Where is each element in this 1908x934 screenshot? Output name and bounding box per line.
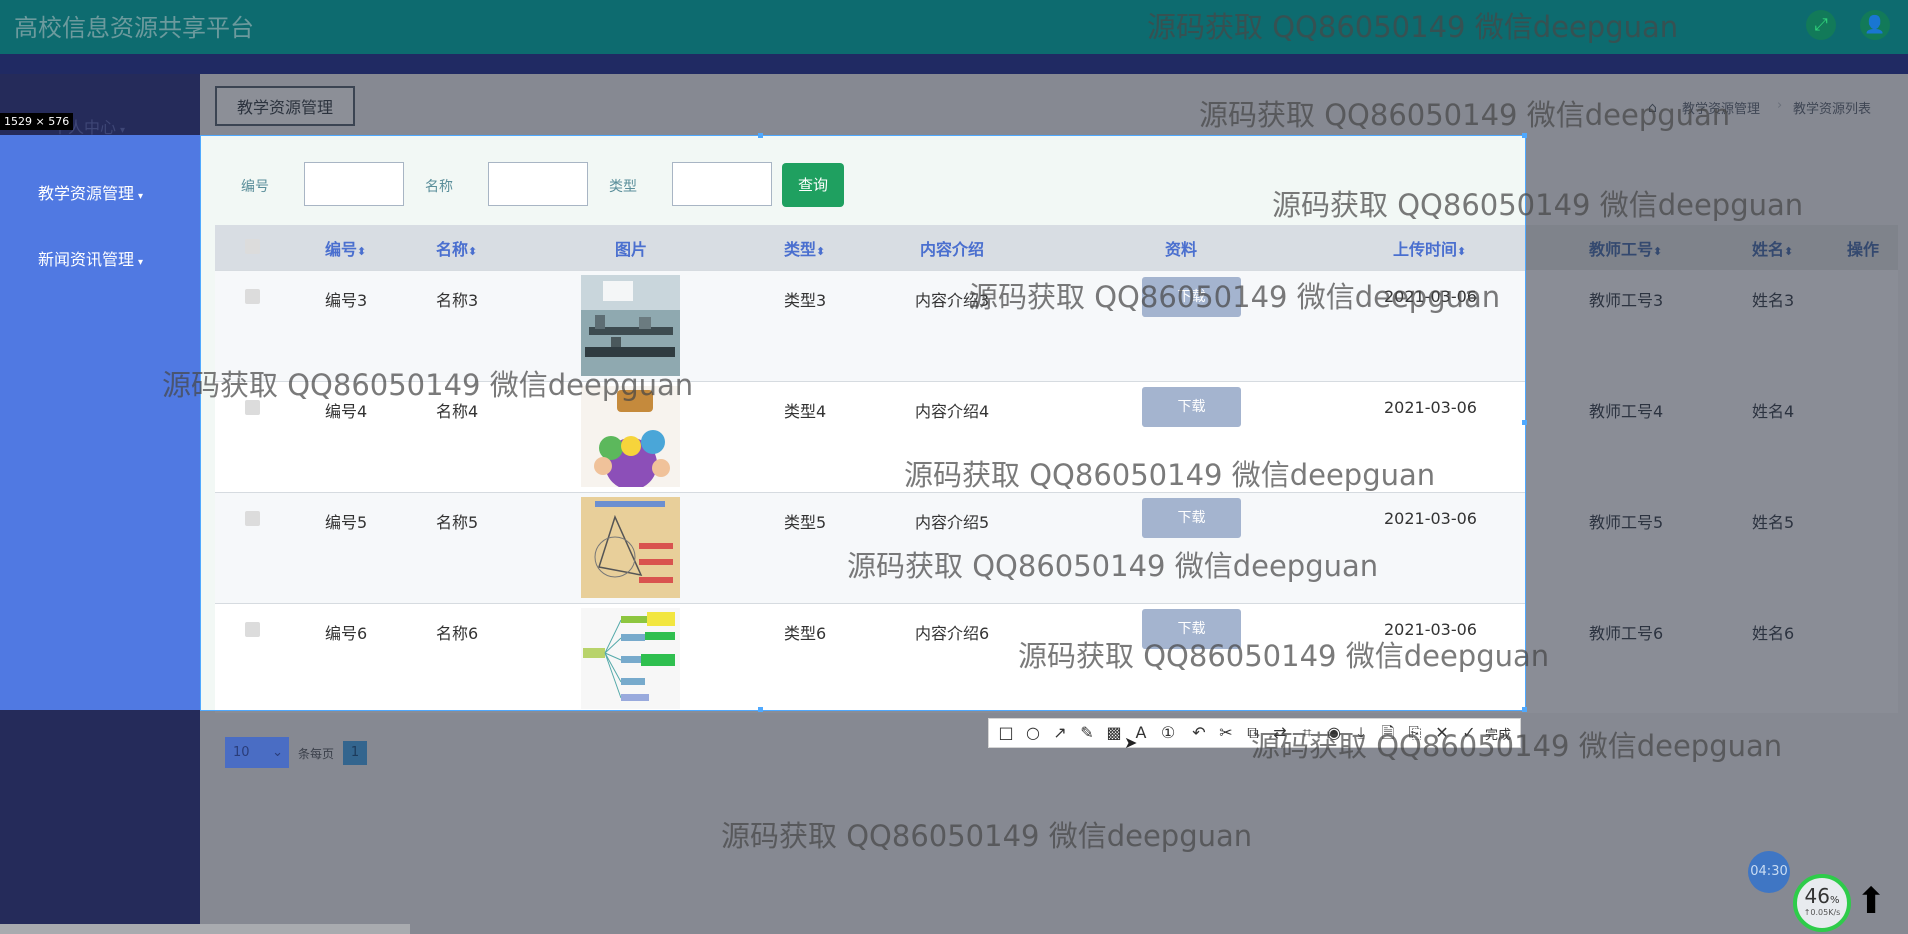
- breadcrumb-item: 教学资源列表: [1793, 102, 1872, 117]
- column-header-teacher-no[interactable]: 教师工号⬍: [1589, 236, 1662, 260]
- caret-down-icon: ▾: [138, 257, 144, 268]
- app-title: 高校信息资源共享平台: [14, 14, 254, 42]
- sort-icon[interactable]: ⬍: [1784, 245, 1793, 258]
- page-number-button[interactable]: 1: [343, 741, 367, 765]
- watermark: 源码获取 QQ86050149 微信deepguan: [1147, 10, 1679, 44]
- watermark: 源码获取 QQ86050149 微信deepguan: [162, 368, 694, 402]
- watermark: 源码获取 QQ86050149 微信deepguan: [847, 549, 1379, 583]
- watermark: 源码获取 QQ86050149 微信deepguan: [1251, 729, 1783, 763]
- sidebar-item-resource-mgmt[interactable]: 教学资源管理 ▾: [38, 180, 143, 204]
- pencil-icon[interactable]: ✎: [1076, 722, 1098, 744]
- network-gauge: 46% ↑0.05K/s: [1793, 874, 1851, 932]
- resize-handle[interactable]: [1522, 420, 1527, 425]
- column-header-teacher-name[interactable]: 姓名⬍: [1752, 236, 1793, 260]
- cell-teacher-no: 教师工号6: [1589, 624, 1664, 643]
- fullscreen-icon[interactable]: ⤢: [1806, 10, 1836, 40]
- ellipse-icon[interactable]: ○: [1022, 722, 1044, 744]
- horizontal-scrollbar[interactable]: [0, 924, 410, 934]
- number-icon[interactable]: ①: [1157, 722, 1179, 744]
- cell-teacher-no: 教师工号4: [1589, 402, 1664, 421]
- caret-down-icon: ▾: [138, 191, 144, 202]
- watermark: 源码获取 QQ86050149 微信deepguan: [904, 458, 1436, 492]
- page-size-value: 10: [233, 745, 250, 760]
- cell-teacher-name: 姓名4: [1752, 402, 1795, 421]
- per-page-label: 条每页: [298, 747, 335, 761]
- nav-strip: [0, 54, 1908, 74]
- caret-down-icon: ▾: [120, 125, 126, 136]
- cell-teacher-name: 姓名3: [1752, 291, 1795, 310]
- resize-handle[interactable]: [758, 707, 763, 712]
- screenshot-dimension-label: 1529 × 576: [0, 113, 74, 130]
- user-icon[interactable]: 👤: [1860, 10, 1890, 40]
- mosaic-icon[interactable]: ▩: [1103, 722, 1125, 744]
- undo-icon[interactable]: ↶: [1188, 722, 1210, 744]
- gauge-percent: 46%: [1804, 884, 1840, 908]
- breadcrumb-separator: ›: [1777, 98, 1783, 113]
- watermark: 源码获取 QQ86050149 微信deepguan: [969, 280, 1501, 314]
- chevron-down-icon: ⌄: [272, 745, 283, 760]
- sidebar-item-label: 新闻资讯管理: [38, 250, 135, 269]
- watermark: 源码获取 QQ86050149 微信deepguan: [721, 819, 1253, 853]
- cell-teacher-no: 教师工号3: [1589, 291, 1664, 310]
- column-header-actions: 操作: [1847, 240, 1880, 259]
- cell-teacher-name: 姓名5: [1752, 513, 1795, 532]
- watermark: 源码获取 QQ86050149 微信deepguan: [1272, 188, 1804, 222]
- net-speed: ↑0.05K/s: [1803, 908, 1841, 917]
- resize-handle[interactable]: [758, 133, 763, 138]
- back-to-top-icon[interactable]: ⬆: [1856, 884, 1886, 920]
- mouse-cursor-icon: ➤: [1124, 733, 1138, 752]
- scissors-icon[interactable]: ✂: [1215, 722, 1237, 744]
- sort-icon[interactable]: ⬍: [1653, 245, 1662, 258]
- sidebar-item-news-mgmt[interactable]: 新闻资讯管理 ▾: [38, 246, 143, 270]
- rectangle-icon[interactable]: □: [995, 722, 1017, 744]
- resize-handle[interactable]: [1522, 707, 1527, 712]
- sidebar-item-label: 教学资源管理: [38, 184, 135, 203]
- sidebar-highlight: [0, 135, 200, 710]
- cell-teacher-no: 教师工号5: [1589, 513, 1664, 532]
- table-header-dim: [1525, 225, 1898, 270]
- arrow-icon[interactable]: ↗: [1049, 722, 1071, 744]
- cell-teacher-name: 姓名6: [1752, 624, 1795, 643]
- tab-resource-mgmt[interactable]: 教学资源管理: [215, 86, 355, 126]
- page-size-select[interactable]: 10 ⌄: [225, 737, 289, 768]
- timer-badge: 04:30: [1748, 851, 1790, 893]
- watermark: 源码获取 QQ86050149 微信deepguan: [1199, 98, 1731, 132]
- watermark: 源码获取 QQ86050149 微信deepguan: [1018, 639, 1550, 673]
